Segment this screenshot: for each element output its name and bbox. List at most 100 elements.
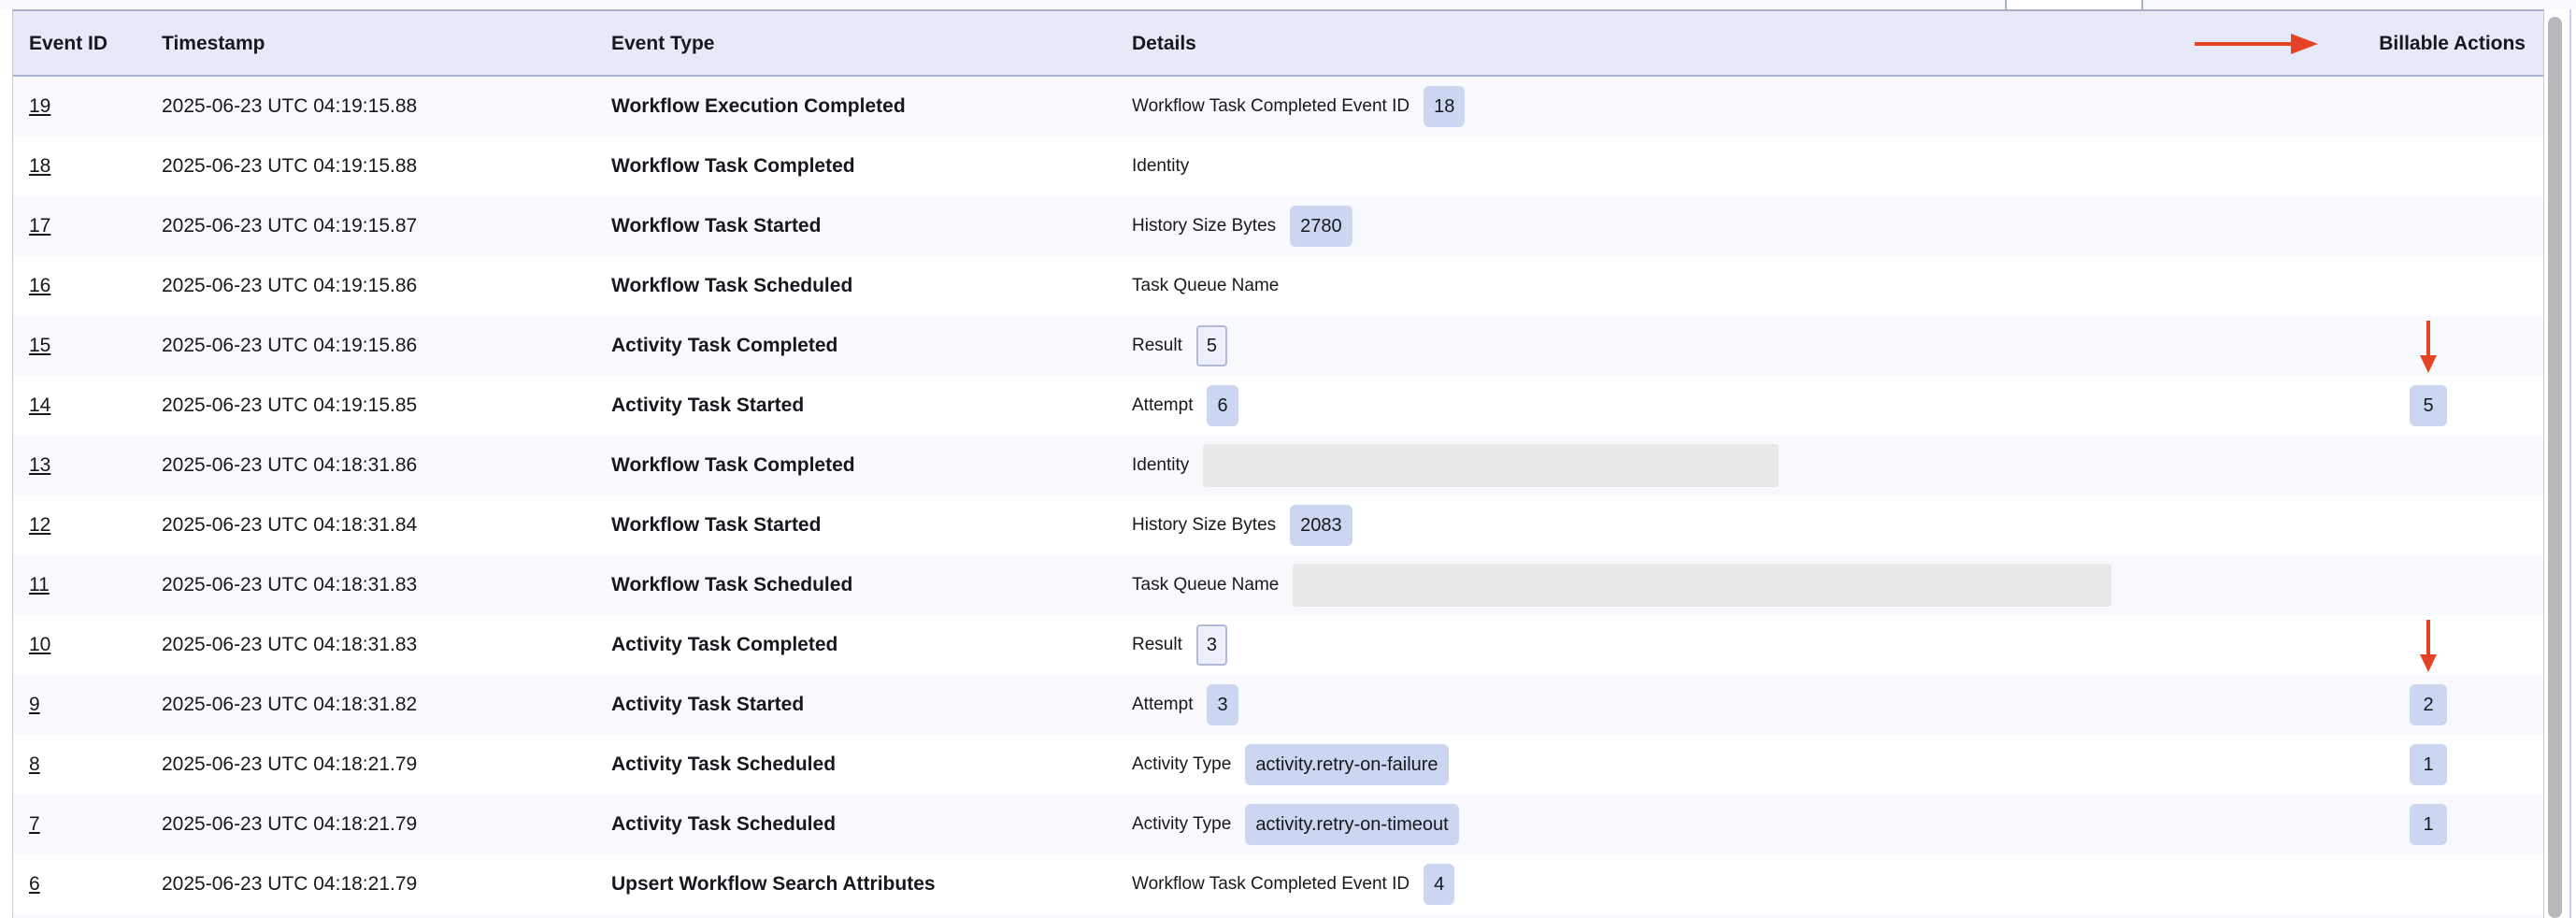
table-row[interactable]: 12 2025-06-23 UTC 04:18:31.84 Workflow T…	[13, 495, 2543, 555]
table-row[interactable]: 8 2025-06-23 UTC 04:18:21.79 Activity Ta…	[13, 735, 2543, 795]
timestamp-cell: 2025-06-23 UTC 04:18:31.84	[162, 495, 417, 555]
detail-label: Identity	[1132, 455, 1189, 476]
detail-value-badge: 3	[1196, 624, 1227, 666]
billable-actions-cell: 2	[2409, 675, 2448, 735]
billable-actions-cell	[2409, 256, 2448, 316]
event-type-cell: Upsert Workflow Search Attributes	[611, 854, 936, 914]
table-row[interactable]: 11 2025-06-23 UTC 04:18:31.83 Workflow T…	[13, 555, 2543, 615]
table-row[interactable]: 7 2025-06-23 UTC 04:18:21.79 Activity Ta…	[13, 795, 2543, 854]
billable-actions-badge: 5	[2410, 385, 2447, 426]
event-type-cell: Activity Task Started	[611, 675, 804, 735]
detail-label: Result	[1132, 336, 1182, 356]
table-row[interactable]: 17 2025-06-23 UTC 04:19:15.87 Workflow T…	[13, 196, 2543, 256]
detail-label: Activity Type	[1132, 754, 1231, 775]
billable-actions-cell	[2409, 136, 2448, 196]
detail-label: History Size Bytes	[1132, 216, 1276, 237]
detail-label: Task Queue Name	[1132, 276, 1279, 296]
event-type-cell: Workflow Task Started	[611, 495, 821, 555]
table-row[interactable]: 19 2025-06-23 UTC 04:19:15.88 Workflow E…	[13, 77, 2543, 136]
billable-actions-cell	[2409, 316, 2448, 376]
timestamp-cell: 2025-06-23 UTC 04:19:15.86	[162, 256, 417, 316]
event-id-link[interactable]: 18	[29, 136, 50, 196]
detail-label: Result	[1132, 635, 1182, 655]
event-type-cell: Activity Task Scheduled	[611, 795, 836, 854]
detail-label: Workflow Task Completed Event ID	[1132, 874, 1410, 895]
detail-value-badge: 18	[1424, 86, 1465, 127]
event-id-link[interactable]: 12	[29, 495, 50, 555]
event-type-cell: Workflow Task Started	[611, 196, 821, 256]
table-row[interactable]: 16 2025-06-23 UTC 04:19:15.86 Workflow T…	[13, 256, 2543, 316]
event-type-cell: Workflow Task Scheduled	[611, 256, 852, 316]
table-row[interactable]: 15 2025-06-23 UTC 04:19:15.86 Activity T…	[13, 316, 2543, 376]
billable-actions-cell	[2409, 77, 2448, 136]
detail-cell: Task Queue Name	[1132, 555, 2111, 615]
timestamp-cell: 2025-06-23 UTC 04:18:21.79	[162, 854, 417, 914]
detail-cell: History Size Bytes 2780	[1132, 196, 1352, 256]
detail-value-badge: 4	[1424, 864, 1454, 905]
table-row[interactable]: 9 2025-06-23 UTC 04:18:31.82 Activity Ta…	[13, 675, 2543, 735]
detail-value-badge: 2780	[1290, 206, 1352, 247]
column-header-event-type: Event Type	[611, 11, 714, 77]
detail-value-badge: 6	[1207, 385, 1238, 426]
detail-value-badge: 5	[1196, 325, 1227, 366]
redacted-value-block	[1203, 444, 1779, 487]
timestamp-cell: 2025-06-23 UTC 04:18:21.79	[162, 795, 417, 854]
event-id-link[interactable]: 8	[29, 735, 40, 795]
timestamp-cell: 2025-06-23 UTC 04:19:15.85	[162, 376, 417, 436]
detail-cell: History Size Bytes 2083	[1132, 495, 1352, 555]
table-row[interactable]: 13 2025-06-23 UTC 04:18:31.86 Workflow T…	[13, 436, 2543, 495]
timestamp-cell: 2025-06-23 UTC 04:19:15.88	[162, 77, 417, 136]
event-rows: 19 2025-06-23 UTC 04:19:15.88 Workflow E…	[13, 77, 2543, 914]
billable-actions-cell	[2409, 436, 2448, 495]
detail-cell: Result 5	[1132, 316, 1227, 376]
billable-actions-cell	[2409, 615, 2448, 675]
event-id-link[interactable]: 15	[29, 316, 50, 376]
detail-label: Workflow Task Completed Event ID	[1132, 96, 1410, 117]
table-row[interactable]: 6 2025-06-23 UTC 04:18:21.79 Upsert Work…	[13, 854, 2543, 914]
arrow-down-icon	[2418, 320, 2439, 374]
timestamp-cell: 2025-06-23 UTC 04:18:31.82	[162, 675, 417, 735]
detail-label: Identity	[1132, 156, 1189, 177]
table-row[interactable]: 10 2025-06-23 UTC 04:18:31.83 Activity T…	[13, 615, 2543, 675]
billable-actions-cell: 1	[2409, 795, 2448, 854]
detail-label: Activity Type	[1132, 814, 1231, 835]
event-id-link[interactable]: 19	[29, 77, 50, 136]
timestamp-cell: 2025-06-23 UTC 04:19:15.88	[162, 136, 417, 196]
timestamp-cell: 2025-06-23 UTC 04:19:15.87	[162, 196, 417, 256]
table-header-row: Event ID Timestamp Event Type Details Bi…	[13, 11, 2543, 77]
detail-value-badge: activity.retry-on-failure	[1245, 744, 1448, 785]
timestamp-cell: 2025-06-23 UTC 04:18:21.79	[162, 735, 417, 795]
event-id-link[interactable]: 9	[29, 675, 40, 735]
billable-actions-badge: 1	[2410, 804, 2447, 845]
vertical-scrollbar-thumb[interactable]	[2548, 17, 2562, 918]
timestamp-cell: 2025-06-23 UTC 04:18:31.86	[162, 436, 417, 495]
detail-label: Task Queue Name	[1132, 575, 1279, 595]
detail-label: Attempt	[1132, 395, 1193, 416]
event-id-link[interactable]: 10	[29, 615, 50, 675]
event-id-link[interactable]: 7	[29, 795, 40, 854]
event-id-link[interactable]: 11	[29, 555, 50, 615]
right-edge-divider	[2569, 9, 2571, 918]
table-row[interactable]: 14 2025-06-23 UTC 04:19:15.85 Activity T…	[13, 376, 2543, 436]
detail-cell: Attempt 3	[1132, 675, 1238, 735]
table-row[interactable]: 18 2025-06-23 UTC 04:19:15.88 Workflow T…	[13, 136, 2543, 196]
column-header-billable-actions: Billable Actions	[2379, 11, 2526, 77]
top-edge-strip	[0, 0, 2576, 9]
detail-cell: Identity	[1132, 436, 1779, 495]
detail-cell: Result 3	[1132, 615, 1227, 675]
event-id-link[interactable]: 14	[29, 376, 50, 436]
event-id-link[interactable]: 16	[29, 256, 50, 316]
billable-actions-badge: 1	[2410, 744, 2447, 785]
detail-cell: Attempt 6	[1132, 376, 1238, 436]
event-id-link[interactable]: 6	[29, 854, 40, 914]
event-type-cell: Activity Task Completed	[611, 615, 837, 675]
timestamp-cell: 2025-06-23 UTC 04:18:31.83	[162, 615, 417, 675]
event-type-cell: Activity Task Started	[611, 376, 804, 436]
detail-cell: Activity Type activity.retry-on-failure	[1132, 735, 1449, 795]
billable-actions-cell	[2409, 495, 2448, 555]
billable-actions-badge: 2	[2410, 684, 2447, 725]
billable-actions-cell	[2409, 196, 2448, 256]
event-id-link[interactable]: 17	[29, 196, 50, 256]
event-id-link[interactable]: 13	[29, 436, 50, 495]
detail-cell: Identity	[1132, 136, 1189, 196]
